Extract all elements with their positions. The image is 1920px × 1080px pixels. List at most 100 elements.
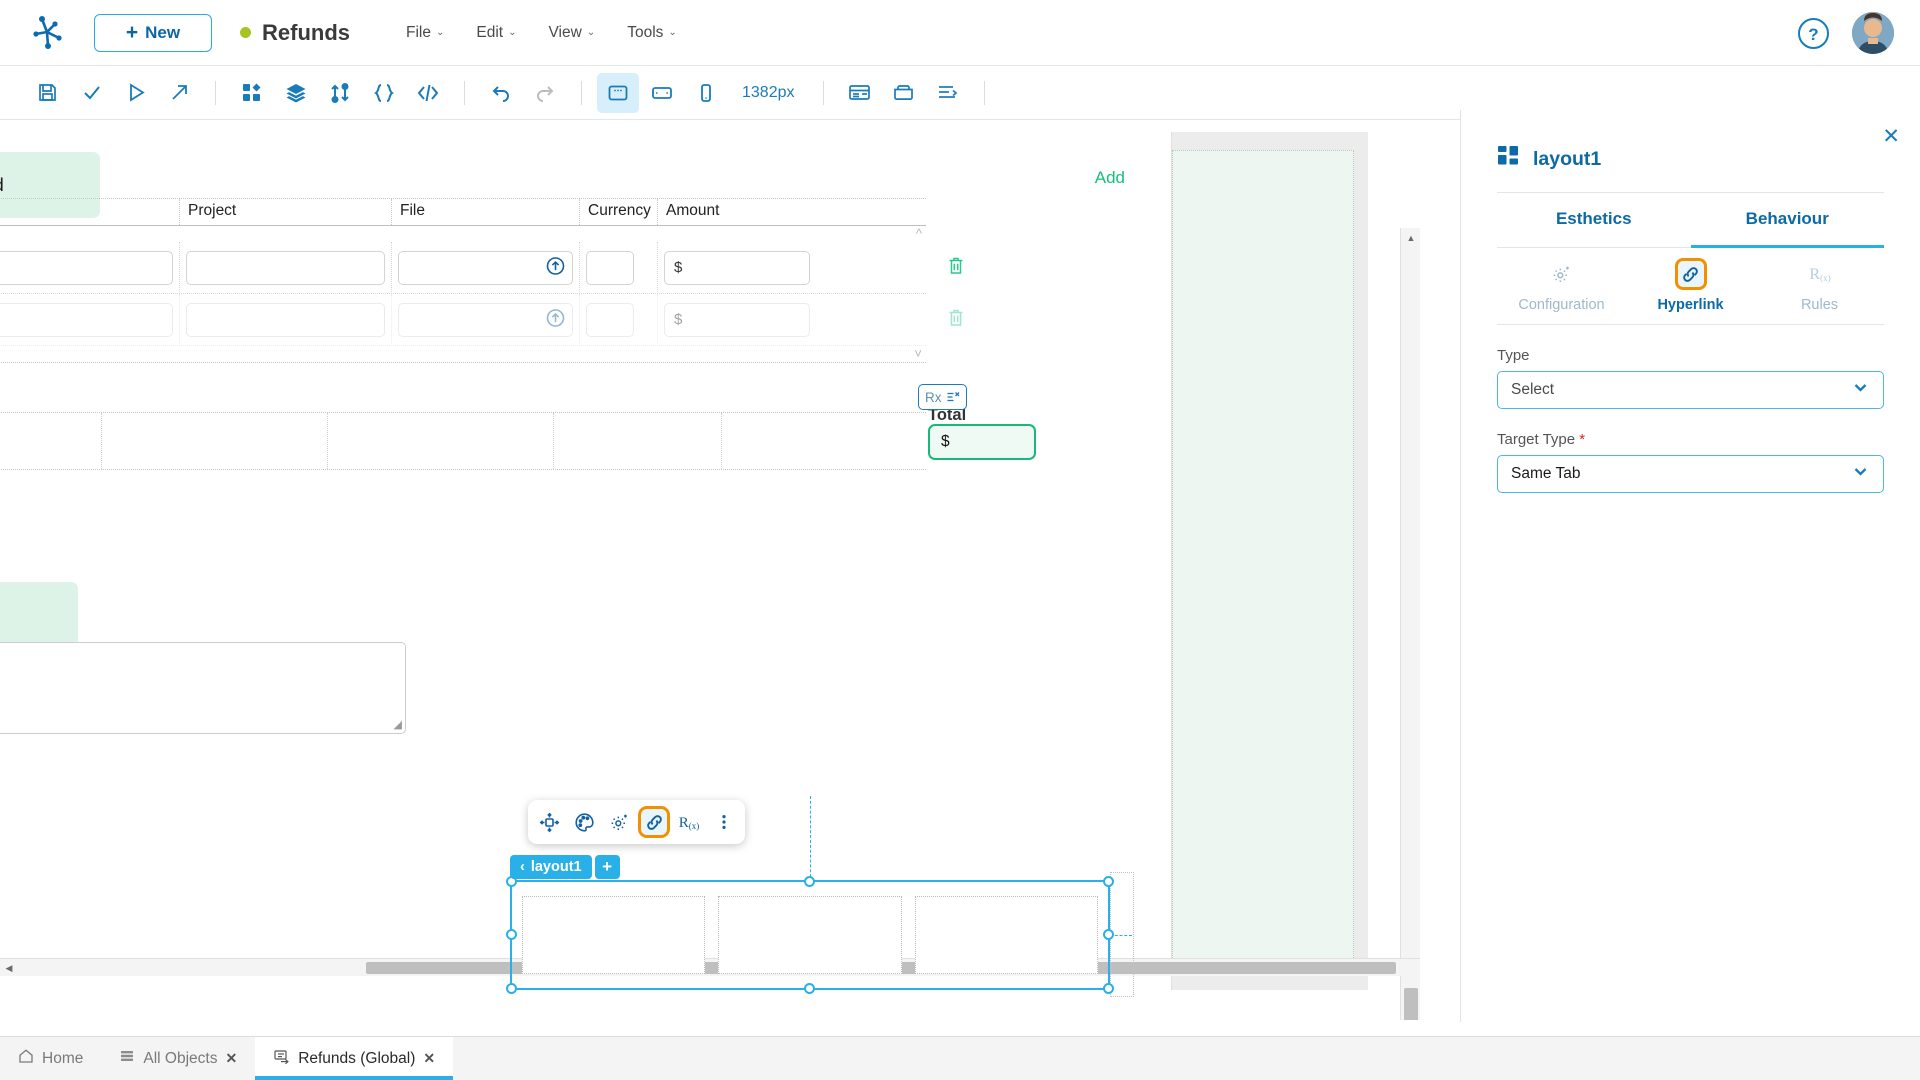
vertical-scroll-thumb[interactable] (1404, 988, 1418, 1020)
section-label-information[interactable]: mation (0, 582, 78, 648)
subtab-hyperlink[interactable]: Hyperlink (1626, 248, 1755, 324)
dataflow-icon[interactable] (319, 73, 361, 113)
play-icon[interactable] (114, 73, 156, 113)
upload-circle-icon[interactable] (546, 256, 565, 279)
app-logo-icon[interactable] (26, 10, 72, 56)
grid-panel-icon[interactable] (839, 73, 881, 113)
resize-grip-icon[interactable]: ◢ (394, 718, 402, 731)
scroll-left-arrow[interactable]: ◀ (0, 959, 18, 977)
tab-esthetics[interactable]: Esthetics (1497, 193, 1691, 248)
trash-icon[interactable] (946, 255, 966, 280)
new-button[interactable]: + New (94, 14, 212, 52)
resize-handle-top-center[interactable] (804, 876, 815, 887)
chevron-up-icon[interactable]: ^ (916, 226, 922, 241)
palette-icon[interactable] (568, 806, 600, 838)
check-icon[interactable] (70, 73, 112, 113)
viewport-size-label[interactable]: 1382px (729, 84, 808, 102)
plus-icon: + (126, 22, 138, 43)
layout-column[interactable] (915, 896, 1098, 974)
total-field[interactable]: $ (928, 424, 1036, 460)
file-input[interactable] (398, 251, 573, 285)
resize-handle-middle-right[interactable] (1103, 929, 1114, 940)
add-row-link[interactable]: Add (1095, 168, 1125, 188)
chevron-down-icon[interactable]: ˅ (914, 346, 922, 361)
link-icon[interactable] (638, 806, 670, 838)
close-icon[interactable]: ✕ (423, 1050, 435, 1067)
layers-icon[interactable] (275, 73, 317, 113)
chevron-down-icon (1851, 378, 1870, 402)
undo-icon[interactable] (480, 73, 522, 113)
menu-file[interactable]: File ⌄ (394, 17, 456, 49)
avatar[interactable] (1852, 12, 1894, 54)
bottom-tab-home[interactable]: Home (0, 1037, 101, 1080)
braces-icon[interactable] (363, 73, 405, 113)
concept-input[interactable] (0, 251, 173, 285)
layout-column[interactable] (522, 896, 705, 974)
canvas-side-region[interactable] (1172, 150, 1354, 972)
upload-circle-icon[interactable] (546, 308, 565, 331)
selected-layout-region[interactable] (510, 880, 1110, 990)
currency-input[interactable] (586, 303, 634, 337)
new-button-label: New (145, 23, 180, 43)
rules-rx-icon: R(x) (1804, 258, 1836, 290)
description-textarea[interactable]: ◢ (0, 642, 406, 734)
rx-badge-total[interactable]: Rx (918, 384, 967, 410)
target-type-select[interactable]: Same Tab (1497, 455, 1884, 493)
trash-icon[interactable] (946, 307, 966, 332)
amount-input[interactable]: $ (664, 251, 810, 285)
menu-view[interactable]: View ⌄ (536, 17, 607, 49)
resize-handle-middle-left[interactable] (506, 929, 517, 940)
resize-handle-top-right[interactable] (1103, 876, 1114, 887)
redo-icon[interactable] (524, 73, 566, 113)
target-type-label-text: Target Type (1497, 431, 1575, 448)
type-select[interactable]: Select (1497, 371, 1884, 409)
subtab-configuration[interactable]: Configuration (1497, 248, 1626, 324)
project-input[interactable] (186, 251, 385, 285)
more-vertical-icon[interactable] (708, 806, 740, 838)
menu-edit[interactable]: Edit ⌄ (464, 17, 528, 49)
bottom-tab-refunds[interactable]: Refunds (Global) ✕ (255, 1037, 453, 1080)
code-icon[interactable] (407, 73, 449, 113)
alignment-guide-vertical (810, 796, 811, 882)
field-type-label: Type (1497, 347, 1884, 364)
resize-handle-bottom-right[interactable] (1103, 983, 1114, 994)
layout-column[interactable] (718, 896, 901, 974)
project-input[interactable] (186, 303, 385, 337)
rules-rx-icon[interactable]: R(x) (673, 806, 705, 838)
desktop-view-icon[interactable] (597, 73, 639, 113)
toolbar-divider (215, 81, 216, 105)
table-row[interactable]: $ (0, 294, 926, 346)
move-icon[interactable] (533, 806, 565, 838)
close-icon[interactable]: ✕ (1882, 124, 1900, 149)
menu-tools[interactable]: Tools ⌄ (615, 17, 689, 49)
help-circle-icon[interactable]: ? (1797, 17, 1830, 50)
page-title: Refunds (262, 20, 350, 46)
rx-badge-label: Rx (925, 390, 942, 405)
resize-handle-bottom-center[interactable] (804, 983, 815, 994)
amount-input[interactable]: $ (664, 303, 810, 337)
scroll-up-arrow[interactable]: ▲ (1401, 228, 1420, 248)
align-icon[interactable] (927, 73, 969, 113)
resize-handle-bottom-left[interactable] (506, 983, 517, 994)
file-input[interactable] (398, 303, 573, 337)
add-layout-button[interactable]: + (595, 855, 620, 879)
concept-input[interactable] (0, 303, 173, 337)
container-icon[interactable] (883, 73, 925, 113)
tablet-view-icon[interactable] (641, 73, 683, 113)
table-row[interactable]: $ (0, 242, 926, 294)
layout-chip-button[interactable]: ‹ layout1 (510, 855, 592, 879)
cell-file (392, 242, 580, 294)
tab-behaviour[interactable]: Behaviour (1691, 193, 1885, 248)
export-icon[interactable] (158, 73, 200, 113)
save-icon[interactable] (26, 73, 68, 113)
vertical-scrollbar[interactable]: ▲ ▼ (1400, 228, 1420, 1020)
settings-sparkle-icon[interactable] (603, 806, 635, 838)
chevron-down-icon (1851, 462, 1870, 486)
mobile-view-icon[interactable] (685, 73, 727, 113)
subtab-rules[interactable]: R(x) Rules (1755, 248, 1884, 324)
canvas-page[interactable]: Reimbursed Add Concept Project File Curr… (0, 132, 1172, 990)
currency-input[interactable] (586, 251, 634, 285)
components-icon[interactable] (231, 73, 273, 113)
close-icon[interactable]: ✕ (225, 1050, 237, 1067)
bottom-tab-all-objects[interactable]: All Objects ✕ (101, 1037, 255, 1080)
